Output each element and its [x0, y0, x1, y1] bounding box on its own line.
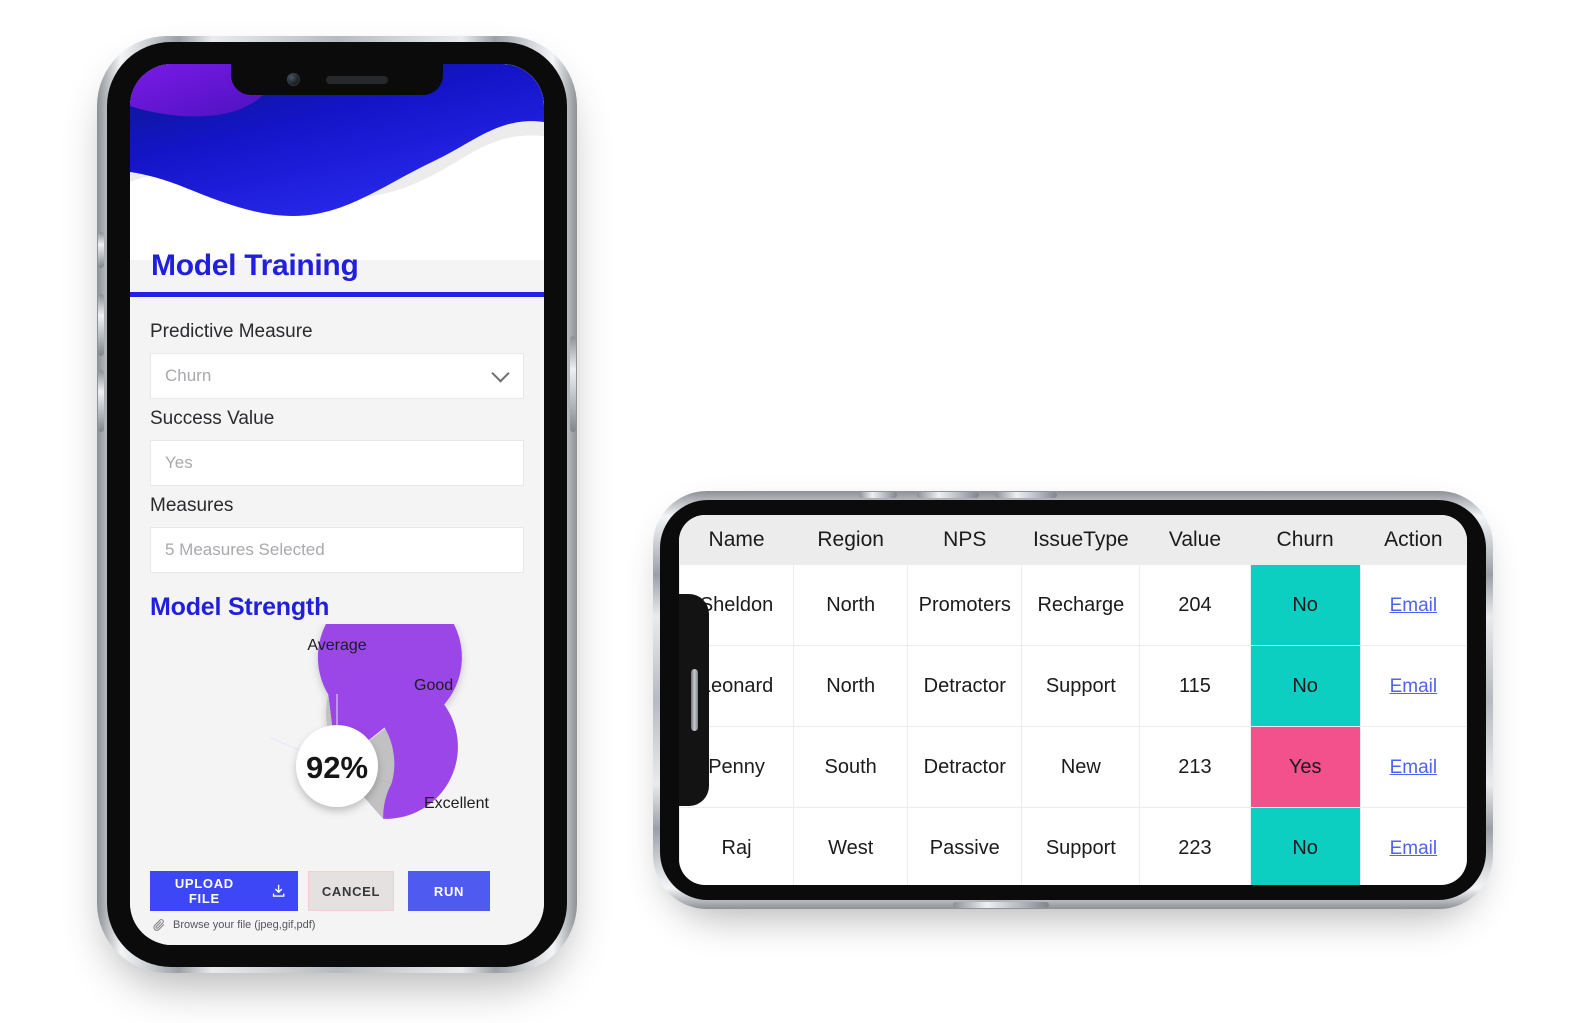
status-badge-churn: Yes: [1249, 726, 1361, 808]
status-badge-churn: No: [1249, 564, 1361, 646]
paperclip-icon: [153, 919, 165, 931]
cell-region: West: [793, 807, 909, 885]
measures-value-text: 5 Measures Selected: [165, 540, 325, 559]
phone2-screen: Name Region NPS IssueType Value Churn Ac…: [679, 515, 1467, 885]
email-link[interactable]: Email: [1390, 676, 1438, 697]
email-link[interactable]: Email: [1390, 757, 1438, 778]
donut-center-value: 92%: [306, 750, 368, 785]
page-title: Model Training: [151, 249, 359, 282]
donut-label-average: Average: [307, 637, 366, 654]
column-header-issuetype[interactable]: IssueType: [1021, 515, 1141, 565]
phone2-mute-switch[interactable]: [859, 492, 897, 498]
phone2-volume-up-button[interactable]: [917, 492, 979, 498]
success-value-text: Yes: [165, 453, 193, 472]
column-header-action[interactable]: Action: [1359, 515, 1467, 565]
run-button[interactable]: RUN: [408, 871, 490, 911]
field-success-value: Success Value Yes: [150, 408, 524, 486]
table-row: Raj West Passive Support 223 No Email: [679, 807, 1467, 885]
phone-portrait-mockup: Model Training Predictive Measure Churn …: [97, 36, 577, 973]
table-header-row: Name Region NPS IssueType Value Churn Ac…: [679, 515, 1467, 565]
table-row: Penny South Detractor New 213 Yes Email: [679, 726, 1467, 808]
cell-action: Email: [1359, 807, 1467, 885]
cell-nps: Detractor: [907, 645, 1023, 727]
measures-input[interactable]: 5 Measures Selected: [150, 527, 524, 573]
phone1-screen: Model Training Predictive Measure Churn …: [130, 64, 544, 945]
phone1-mute-switch[interactable]: [98, 232, 104, 268]
cell-issuetype: New: [1021, 726, 1141, 808]
status-badge-churn: No: [1249, 807, 1361, 885]
cell-value: 213: [1139, 726, 1251, 808]
phone1-volume-down-button[interactable]: [98, 370, 104, 432]
cell-nps: Detractor: [907, 726, 1023, 808]
field-label-predictive-measure: Predictive Measure: [150, 321, 313, 342]
column-header-name[interactable]: Name: [679, 515, 795, 565]
phone2-notch: [679, 594, 709, 806]
upload-file-button[interactable]: UPLOAD FILE: [150, 871, 298, 911]
column-header-value[interactable]: Value: [1139, 515, 1251, 565]
model-strength-heading: Model Strength: [150, 593, 330, 621]
cell-region: North: [793, 564, 909, 646]
email-link[interactable]: Email: [1390, 838, 1438, 859]
cell-issuetype: Support: [1021, 645, 1141, 727]
form-action-bar: UPLOAD FILE CANCEL RUN: [150, 871, 524, 911]
upload-file-label: UPLOAD FILE: [174, 876, 234, 906]
email-link[interactable]: Email: [1390, 595, 1438, 616]
status-badge-churn: No: [1249, 645, 1361, 727]
customer-churn-table: Name Region NPS IssueType Value Churn Ac…: [679, 515, 1467, 885]
cell-action: Email: [1359, 726, 1467, 808]
table-row: Leonard North Detractor Support 115 No E…: [679, 645, 1467, 727]
cell-value: 115: [1139, 645, 1251, 727]
field-label-success-value: Success Value: [150, 408, 275, 429]
cell-region: North: [793, 645, 909, 727]
donut-chart-svg: 92% Average Good Excellent: [270, 624, 489, 819]
field-predictive-measure: Predictive Measure Churn: [150, 321, 524, 399]
phone2-power-button[interactable]: [953, 902, 1049, 908]
cancel-label: CANCEL: [321, 883, 381, 899]
earpiece-speaker-icon: [690, 669, 698, 731]
predictive-measure-value: Churn: [165, 366, 212, 385]
cell-issuetype: Support: [1021, 807, 1141, 885]
cell-value: 223: [1139, 807, 1251, 885]
cell-name: Raj: [679, 807, 795, 885]
column-header-region[interactable]: Region: [793, 515, 909, 565]
phone1-power-button[interactable]: [570, 336, 576, 432]
chevron-down-icon[interactable]: [491, 364, 510, 383]
cell-action: Email: [1359, 564, 1467, 646]
donut-label-good: Good: [414, 677, 453, 694]
field-label-measures: Measures: [150, 495, 234, 516]
field-measures: Measures 5 Measures Selected: [150, 495, 524, 573]
success-value-input[interactable]: Yes: [150, 440, 524, 486]
phone1-volume-up-button[interactable]: [98, 294, 104, 356]
predictive-measure-select[interactable]: Churn: [150, 353, 524, 399]
cell-nps: Promoters: [907, 564, 1023, 646]
phone1-notch: [231, 64, 443, 95]
donut-label-excellent: Excellent: [424, 795, 489, 812]
cell-region: South: [793, 726, 909, 808]
browse-file-text: Browse your file (jpeg,gif,pdf): [173, 919, 316, 931]
model-strength-donut-chart: 92% Average Good Excellent: [150, 624, 524, 852]
cell-value: 204: [1139, 564, 1251, 646]
column-header-churn[interactable]: Churn: [1249, 515, 1361, 565]
table-row: Sheldon North Promoters Recharge 204 No …: [679, 564, 1467, 646]
earpiece-speaker-icon: [325, 75, 388, 84]
front-camera-icon: [286, 73, 300, 86]
phone-landscape-mockup: Name Region NPS IssueType Value Churn Ac…: [653, 491, 1493, 909]
model-training-form: Predictive Measure Churn Success Value Y…: [130, 297, 544, 945]
cancel-button[interactable]: CANCEL: [308, 871, 394, 911]
cell-action: Email: [1359, 645, 1467, 727]
column-header-nps[interactable]: NPS: [907, 515, 1023, 565]
cell-nps: Passive: [907, 807, 1023, 885]
phone2-volume-down-button[interactable]: [995, 492, 1057, 498]
screenshot-canvas: Model Training Predictive Measure Churn …: [0, 0, 1587, 1023]
download-icon: [272, 884, 285, 897]
browse-file-hint[interactable]: Browse your file (jpeg,gif,pdf): [152, 918, 315, 932]
run-label: RUN: [433, 883, 465, 899]
cell-issuetype: Recharge: [1021, 564, 1141, 646]
